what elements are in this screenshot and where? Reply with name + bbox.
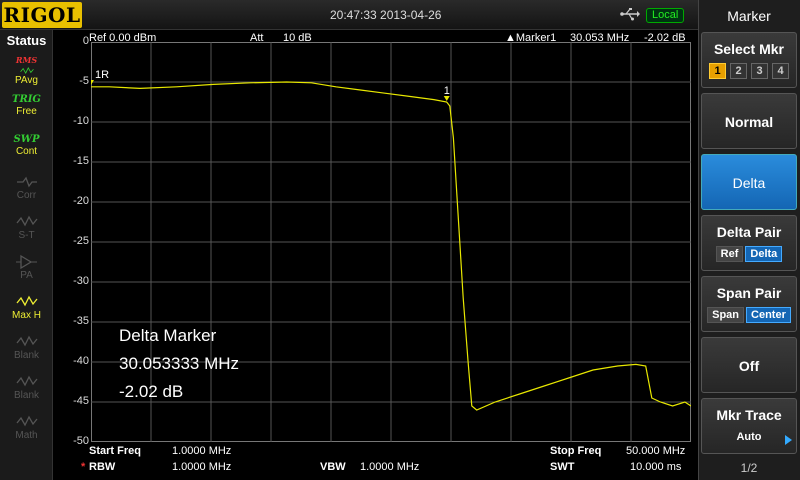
- off-button[interactable]: Off: [701, 337, 797, 393]
- rigol-logo: RIGOL: [2, 2, 82, 28]
- y-tick-label: -5: [79, 75, 89, 87]
- status-item-label: Math: [15, 430, 38, 441]
- y-tick-label: -40: [73, 355, 89, 367]
- status-item-blank: Blank: [4, 374, 49, 408]
- delta-pair-toggle[interactable]: Ref Delta: [702, 246, 796, 262]
- marker-number-1[interactable]: 1: [709, 63, 726, 79]
- delta-pair-button[interactable]: Delta Pair Ref Delta: [701, 215, 797, 271]
- delta-marker-title: Delta Marker: [119, 326, 217, 345]
- off-label: Off: [738, 358, 760, 374]
- menu-page-indicator[interactable]: 1/2: [699, 461, 799, 475]
- status-item-label: Cont: [15, 146, 38, 157]
- vbw-label: VBW: [320, 461, 346, 473]
- submenu-arrow-icon: [785, 435, 792, 445]
- trace-avg-icon: [19, 67, 34, 74]
- delta-pair-option-ref[interactable]: Ref: [715, 246, 744, 262]
- y-tick-label: -15: [73, 155, 89, 167]
- stop-freq-value[interactable]: 50.000 MHz: [626, 445, 685, 457]
- correction-icon: [16, 176, 37, 188]
- span-pair-option-span[interactable]: Span: [707, 307, 745, 323]
- marker-trace-value: Auto: [736, 431, 762, 443]
- marker-number-selector[interactable]: 1234: [702, 63, 796, 79]
- status-item-label: Blank: [13, 350, 39, 361]
- rbw-value[interactable]: 1.0000 MHz: [172, 461, 231, 473]
- marker-number-4[interactable]: 4: [772, 63, 789, 79]
- status-item-cont: SWP Cont: [4, 134, 49, 168]
- delta-marker-level: -2.02 dB: [119, 382, 184, 401]
- select-marker-button[interactable]: Select Mkr 1234: [701, 32, 797, 88]
- usb-icon: [620, 8, 640, 21]
- status-item-label: Blank: [13, 390, 39, 401]
- marker-number-2[interactable]: 2: [730, 63, 747, 79]
- swt-label: SWT: [550, 461, 575, 473]
- span-pair-button[interactable]: Span Pair Span Center: [701, 276, 797, 332]
- status-item-pa: PA: [4, 254, 49, 288]
- y-tick-label: -25: [73, 235, 89, 247]
- span-pair-label: Span Pair: [716, 285, 782, 301]
- marker-trace-button[interactable]: Mkr Trace Auto: [701, 398, 797, 454]
- vbw-value[interactable]: 1.0000 MHz: [360, 461, 419, 473]
- status-item-s-t: S-T: [4, 214, 49, 248]
- status-item-label: PA: [20, 270, 33, 281]
- span-pair-toggle[interactable]: Span Center: [702, 307, 796, 323]
- delta-pair-option-delta[interactable]: Delta: [745, 246, 783, 262]
- status-item-corr: Corr: [4, 174, 49, 208]
- start-freq-label: Start Freq: [89, 445, 141, 457]
- delta-label: Delta: [732, 175, 766, 191]
- spectrum-display: Ref 0.00 dBm Att 10 dB ▲Marker1 30.053 M…: [53, 30, 698, 480]
- status-item-tag: RMS: [15, 55, 38, 65]
- local-status-badge: Local: [646, 8, 685, 23]
- delta-marker-frequency: 30.053333 MHz: [119, 354, 240, 373]
- status-item-max-h: Max H: [4, 294, 49, 328]
- blank-trace-icon: [15, 335, 38, 347]
- y-tick-label: -35: [73, 315, 89, 327]
- y-tick-label: 0: [82, 35, 89, 47]
- status-item-tag: SWP: [13, 134, 40, 145]
- rbw-label: RBW: [89, 461, 116, 473]
- delta-button[interactable]: Delta: [701, 154, 797, 210]
- datetime: 20:47:33 2013-04-26: [330, 8, 442, 22]
- source-tracking-icon: [15, 215, 38, 227]
- status-item-label: Max H: [12, 310, 41, 321]
- status-item-blank: Blank: [4, 334, 49, 368]
- status-panel: Status RMS PAvg TRIG Free SWP Cont Corr S-T PA Ma…: [0, 30, 53, 480]
- marker-number-3[interactable]: 3: [751, 63, 768, 79]
- span-pair-option-center[interactable]: Center: [746, 307, 791, 323]
- status-item-label: Corr: [16, 190, 37, 201]
- marker-label-1r: 1R: [95, 69, 109, 81]
- normal-label: Normal: [724, 114, 774, 130]
- y-tick-label: -20: [73, 195, 89, 207]
- status-item-label: PAvg: [15, 75, 38, 86]
- start-freq-value[interactable]: 1.0000 MHz: [172, 445, 231, 457]
- preamp-icon: [15, 254, 37, 270]
- delta-marker-readout: Delta Marker 30.053333 MHz -2.02 dB: [119, 322, 239, 406]
- select-marker-label: Select Mkr: [713, 41, 785, 57]
- stop-freq-label: Stop Freq: [550, 445, 602, 457]
- delta-pair-label: Delta Pair: [716, 224, 782, 240]
- status-item-free: TRIG Free: [4, 94, 49, 128]
- status-item-pavg: RMS PAvg: [4, 54, 49, 88]
- math-icon: [15, 415, 38, 427]
- menu-title: Marker: [727, 8, 771, 24]
- max-hold-icon: [15, 295, 38, 307]
- status-item-math: Math: [4, 414, 49, 448]
- y-tick-label: -10: [73, 115, 89, 127]
- status-item-label: S-T: [18, 230, 35, 241]
- y-tick-label: -45: [73, 395, 89, 407]
- swt-value[interactable]: 10.000 ms: [630, 461, 681, 473]
- status-item-label: Free: [16, 106, 37, 117]
- rbw-manual-indicator: *: [81, 461, 86, 473]
- marker-menu: Marker Select Mkr 1234 Normal Delta Delt…: [698, 0, 800, 480]
- blank-trace-icon: [15, 375, 38, 387]
- y-tick-label: -50: [73, 435, 89, 447]
- marker-trace-label: Mkr Trace: [716, 407, 782, 423]
- status-title: Status: [6, 33, 47, 48]
- status-item-tag: TRIG: [12, 94, 41, 105]
- top-bar: RIGOL 20:47:33 2013-04-26 Local: [0, 0, 700, 30]
- marker-label-1: 1: [444, 85, 450, 97]
- normal-button[interactable]: Normal: [701, 93, 797, 149]
- y-tick-label: -30: [73, 275, 89, 287]
